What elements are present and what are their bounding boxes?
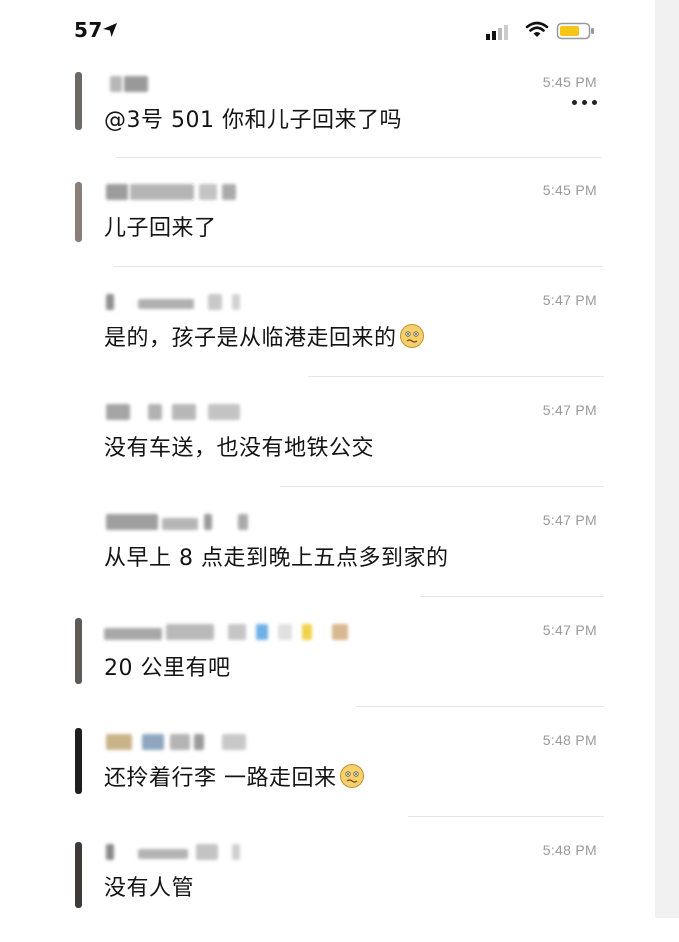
message-item[interactable]: 5:48 PM 没有人管 [0, 832, 655, 942]
message-divider [356, 706, 604, 707]
message-text: 从早上 8 点走到晚上五点多到家的 [104, 546, 449, 571]
message-divider [408, 816, 604, 817]
message-text: @3号 501 你和儿子回来了吗 [104, 108, 402, 133]
message-divider [308, 376, 604, 377]
message-text: 20 公里有吧 [104, 656, 231, 681]
sender-name-redacted [104, 624, 364, 640]
right-edge-panel [655, 0, 679, 918]
location-arrow-icon [103, 23, 117, 37]
message-divider [116, 157, 602, 158]
avatar[interactable] [75, 72, 82, 130]
message-timestamp: 5:47 PM [542, 512, 597, 528]
sender-name-redacted [104, 404, 304, 420]
battery-icon [556, 22, 594, 40]
message-text: 没有人管 [104, 876, 195, 901]
avatar[interactable] [75, 618, 82, 684]
message-divider [113, 266, 603, 267]
avatar[interactable] [75, 182, 82, 242]
message-divider [420, 596, 604, 597]
message-divider [280, 486, 604, 487]
message-timestamp: 5:45 PM [542, 182, 597, 198]
message-timestamp: 5:47 PM [542, 402, 597, 418]
message-timestamp: 5:47 PM [542, 622, 597, 638]
avatar[interactable] [75, 728, 82, 794]
message-text: 儿子回来了 [104, 216, 217, 241]
message-timestamp: 5:48 PM [542, 732, 597, 748]
status-time: 57 [74, 18, 103, 42]
message-text: 是的，孩子是从临港走回来的 [104, 320, 425, 352]
message-timestamp: 5:47 PM [542, 292, 597, 308]
sender-name-redacted [104, 514, 304, 530]
message-timestamp: 5:48 PM [542, 842, 597, 858]
avatar[interactable] [75, 842, 82, 908]
woozy-face-icon [399, 324, 424, 348]
message-timestamp: 5:45 PM [542, 74, 597, 90]
sender-name-redacted [104, 294, 304, 310]
sender-name-redacted [104, 844, 304, 860]
sender-name-redacted [104, 184, 304, 200]
woozy-face-icon [339, 764, 364, 788]
sender-name-redacted [104, 76, 304, 92]
status-bar: 57 [0, 0, 655, 64]
message-text: 还拎着行李 一路走回来 [104, 760, 365, 792]
cellular-signal-icon [486, 25, 508, 40]
message-text: 没有车送，也没有地铁公交 [104, 436, 375, 461]
sender-name-redacted [104, 734, 304, 750]
wifi-icon [525, 21, 549, 37]
